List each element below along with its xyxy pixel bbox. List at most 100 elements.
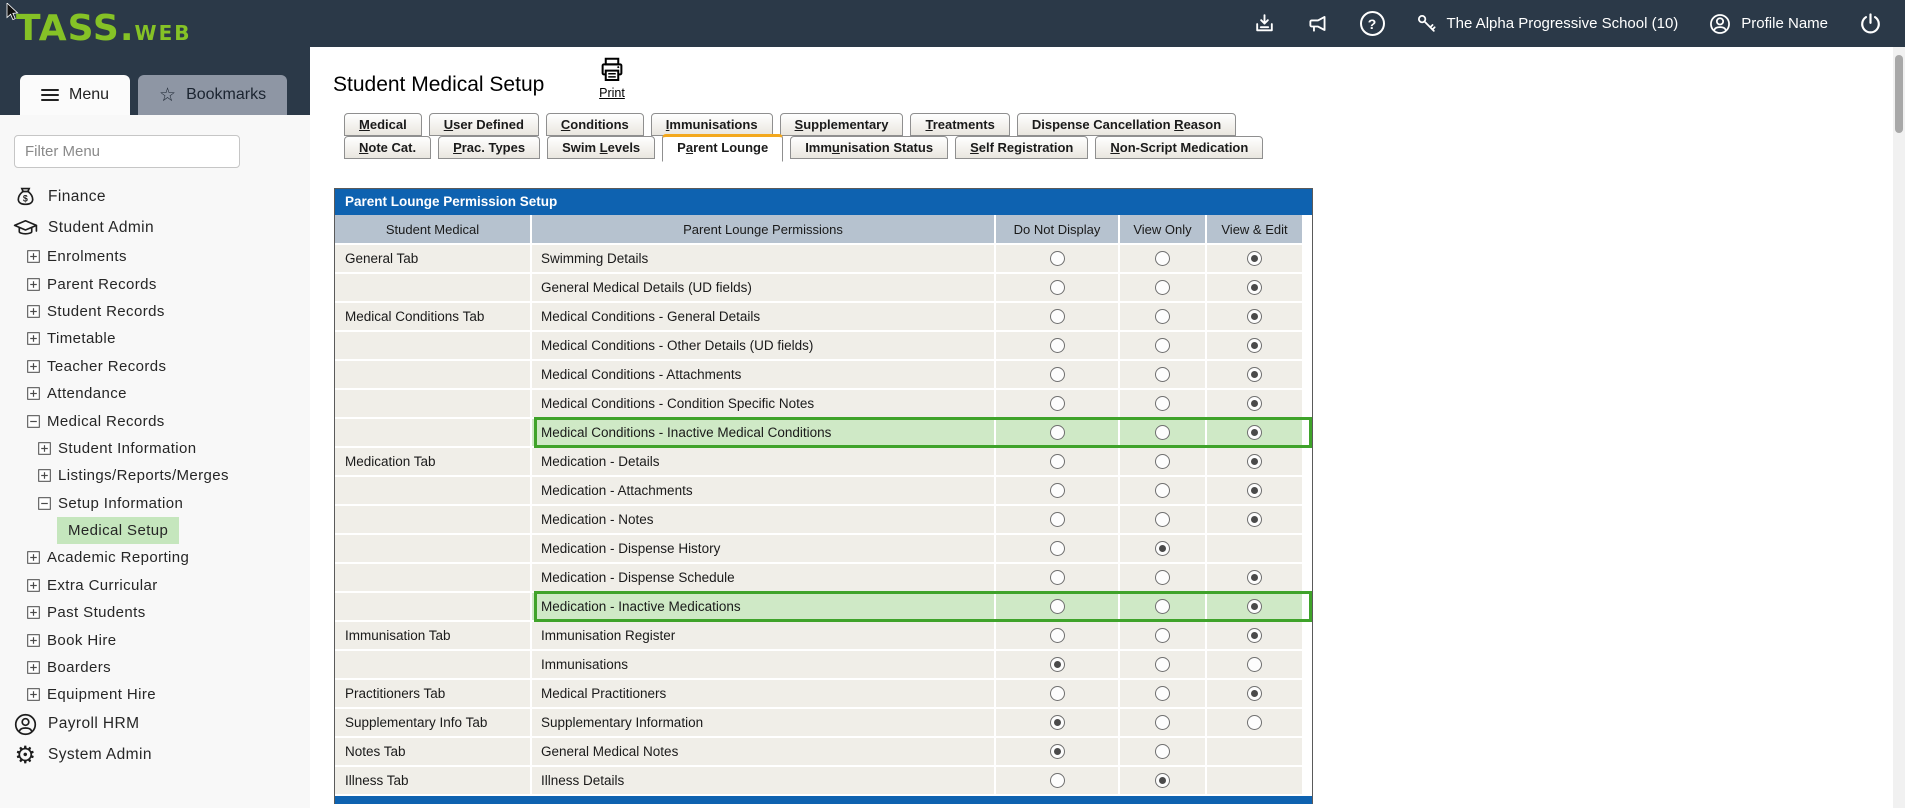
expand-icon[interactable] (27, 606, 40, 619)
radio-view-only-medical-conditions-attachments[interactable] (1155, 367, 1170, 382)
profile-menu[interactable]: Profile Name (1708, 12, 1828, 36)
scrollbar-thumb[interactable] (1895, 55, 1903, 133)
sidebar-item-book-hire[interactable]: Book Hire (0, 626, 310, 653)
sidebar-item-student-information[interactable]: Student Information (0, 435, 310, 462)
filter-menu-input[interactable] (14, 135, 240, 168)
radio-do-not-display-medical-conditions-condition-specific-notes[interactable] (1050, 396, 1065, 411)
radio-view-edit-swimming-details[interactable] (1247, 251, 1262, 266)
radio-do-not-display-immunisations[interactable] (1050, 657, 1065, 672)
tass-logo[interactable]: TASS.WEB (16, 8, 192, 49)
expand-icon[interactable] (38, 442, 51, 455)
sidebar-item-medical-records[interactable]: Medical Records (0, 407, 310, 434)
tab-menu[interactable]: Menu (20, 75, 130, 115)
sidebar-item-payroll-hrm[interactable]: Payroll HRM (0, 709, 310, 740)
radio-view-only-swimming-details[interactable] (1155, 251, 1170, 266)
sidebar-item-teacher-records[interactable]: Teacher Records (0, 353, 310, 380)
radio-view-only-medication-details[interactable] (1155, 454, 1170, 469)
radio-view-only-general-medical-details-ud-fields[interactable] (1155, 280, 1170, 295)
tab-dispense-cancellation-reason[interactable]: Dispense Cancellation Reason (1017, 113, 1236, 136)
radio-view-only-medical-conditions-general-details[interactable] (1155, 309, 1170, 324)
radio-view-edit-medical-conditions-condition-specific-notes[interactable] (1247, 396, 1262, 411)
expand-icon[interactable] (27, 278, 40, 291)
sidebar-item-student-admin[interactable]: Student Admin (0, 212, 310, 243)
radio-view-edit-medical-conditions-other-details-ud-fields[interactable] (1247, 338, 1262, 353)
scrollbar-track[interactable] (1893, 47, 1905, 808)
radio-view-only-medical-practitioners[interactable] (1155, 686, 1170, 701)
expand-icon[interactable] (27, 551, 40, 564)
radio-view-only-medical-conditions-condition-specific-notes[interactable] (1155, 396, 1170, 411)
sidebar-item-enrolments[interactable]: Enrolments (0, 243, 310, 270)
sidebar-item-boarders[interactable]: Boarders (0, 654, 310, 681)
radio-do-not-display-medical-conditions-inactive-medical-conditions[interactable] (1050, 425, 1065, 440)
sidebar-item-medical-setup[interactable]: Medical Setup (0, 517, 310, 544)
radio-do-not-display-medication-attachments[interactable] (1050, 483, 1065, 498)
radio-view-edit-medication-details[interactable] (1247, 454, 1262, 469)
sidebar-item-setup-information[interactable]: Setup Information (0, 490, 310, 517)
radio-view-only-medical-conditions-inactive-medical-conditions[interactable] (1155, 425, 1170, 440)
help-icon[interactable]: ? (1360, 11, 1385, 36)
tab-non-script-medication[interactable]: Non-Script Medication (1095, 136, 1263, 159)
radio-view-only-medication-dispense-history[interactable] (1155, 541, 1170, 556)
radio-view-edit-medical-conditions-attachments[interactable] (1247, 367, 1262, 382)
radio-view-edit-immunisations[interactable] (1247, 657, 1262, 672)
download-icon[interactable] (1253, 12, 1276, 35)
collapse-icon[interactable] (27, 415, 40, 428)
radio-do-not-display-immunisation-register[interactable] (1050, 628, 1065, 643)
radio-view-only-immunisations[interactable] (1155, 657, 1170, 672)
sidebar-item-system-admin[interactable]: ⚙System Admin (0, 740, 310, 771)
power-icon[interactable] (1858, 11, 1883, 36)
radio-view-only-immunisation-register[interactable] (1155, 628, 1170, 643)
expand-icon[interactable] (27, 250, 40, 263)
sidebar-item-student-records[interactable]: Student Records (0, 298, 310, 325)
tab-bookmarks[interactable]: ☆ Bookmarks (138, 75, 287, 115)
radio-view-edit-medical-conditions-general-details[interactable] (1247, 309, 1262, 324)
radio-do-not-display-medication-dispense-history[interactable] (1050, 541, 1065, 556)
expand-icon[interactable] (27, 305, 40, 318)
radio-do-not-display-general-medical-notes[interactable] (1050, 744, 1065, 759)
school-selector[interactable]: The Alpha Progressive School (10) (1415, 12, 1679, 35)
radio-view-edit-medication-dispense-schedule[interactable] (1247, 570, 1262, 585)
radio-do-not-display-swimming-details[interactable] (1050, 251, 1065, 266)
tab-immunisations[interactable]: Immunisations (651, 113, 773, 136)
expand-icon[interactable] (27, 332, 40, 345)
radio-view-only-medical-conditions-other-details-ud-fields[interactable] (1155, 338, 1170, 353)
sidebar-item-academic-reporting[interactable]: Academic Reporting (0, 544, 310, 571)
radio-do-not-display-medication-details[interactable] (1050, 454, 1065, 469)
tab-treatments[interactable]: Treatments (910, 113, 1009, 136)
tab-conditions[interactable]: Conditions (546, 113, 644, 136)
radio-do-not-display-medication-inactive-medications[interactable] (1050, 599, 1065, 614)
sidebar-item-finance[interactable]: $Finance (0, 181, 310, 212)
expand-icon[interactable] (38, 469, 51, 482)
radio-view-edit-medical-practitioners[interactable] (1247, 686, 1262, 701)
sidebar-item-extra-curricular[interactable]: Extra Curricular (0, 572, 310, 599)
radio-view-only-medication-notes[interactable] (1155, 512, 1170, 527)
radio-do-not-display-medical-conditions-general-details[interactable] (1050, 309, 1065, 324)
tab-immunisation-status[interactable]: Immunisation Status (790, 136, 948, 159)
sidebar-item-past-students[interactable]: Past Students (0, 599, 310, 626)
radio-view-only-medication-dispense-schedule[interactable] (1155, 570, 1170, 585)
radio-do-not-display-medication-notes[interactable] (1050, 512, 1065, 527)
radio-do-not-display-medication-dispense-schedule[interactable] (1050, 570, 1065, 585)
expand-icon[interactable] (27, 579, 40, 592)
radio-do-not-display-general-medical-details-ud-fields[interactable] (1050, 280, 1065, 295)
radio-view-edit-medication-inactive-medications[interactable] (1247, 599, 1262, 614)
radio-view-edit-supplementary-information[interactable] (1247, 715, 1262, 730)
radio-view-edit-medication-notes[interactable] (1247, 512, 1262, 527)
print-button[interactable]: Print (588, 55, 636, 100)
tab-self-registration[interactable]: Self Registration (955, 136, 1088, 159)
sidebar-item-equipment-hire[interactable]: Equipment Hire (0, 681, 310, 708)
tab-prac-types[interactable]: Prac. Types (438, 136, 540, 159)
collapse-icon[interactable] (38, 497, 51, 510)
radio-view-only-illness-details[interactable] (1155, 773, 1170, 788)
radio-view-only-general-medical-notes[interactable] (1155, 744, 1170, 759)
expand-icon[interactable] (27, 360, 40, 373)
tab-swim-levels[interactable]: Swim Levels (547, 136, 655, 159)
expand-icon[interactable] (27, 387, 40, 400)
radio-view-edit-immunisation-register[interactable] (1247, 628, 1262, 643)
sidebar-item-timetable[interactable]: Timetable (0, 325, 310, 352)
expand-icon[interactable] (27, 634, 40, 647)
tab-user-defined[interactable]: User Defined (429, 113, 539, 136)
radio-view-edit-medical-conditions-inactive-medical-conditions[interactable] (1247, 425, 1262, 440)
tab-parent-lounge[interactable]: Parent Lounge (662, 134, 783, 162)
radio-do-not-display-medical-practitioners[interactable] (1050, 686, 1065, 701)
